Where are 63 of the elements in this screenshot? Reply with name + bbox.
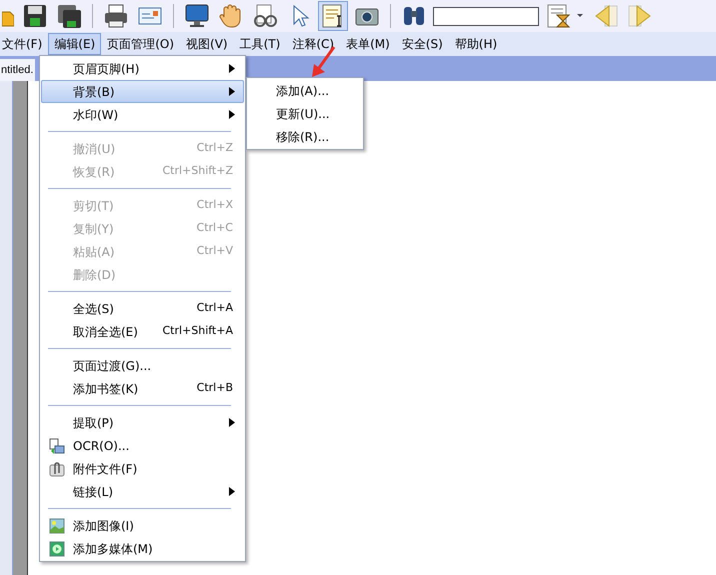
menu-item[interactable]: 添加多媒体(M)	[41, 537, 244, 560]
menu-item[interactable]: 取消全选(E) Ctrl+Shift+A	[41, 320, 244, 343]
menu-item[interactable]: 页眉页脚(H)	[41, 57, 244, 80]
shortcut-label: Ctrl+C	[196, 220, 233, 236]
shortcut-label: Ctrl+V	[196, 243, 233, 260]
menu-bar-item[interactable]: 表单(M)	[340, 33, 396, 55]
menu-item-label: 剪切(T)	[73, 198, 114, 214]
menu-item[interactable]: 全选(S) Ctrl+A	[41, 297, 244, 320]
menu-bar-item[interactable]: 注释(C)	[286, 33, 340, 55]
submenu-item[interactable]: 移除(R)...	[247, 125, 363, 148]
menu-item[interactable]: 添加书签(K) Ctrl+B	[41, 377, 244, 400]
menu-item-label: 全选(S)	[73, 300, 114, 318]
menu-item-label: OCR(O)...	[73, 438, 130, 454]
menu-item-label: 页眉页脚(H)	[73, 60, 140, 78]
menu-bar-item[interactable]: 工具(T)	[234, 33, 286, 55]
menu-item-label: 粘贴(A)	[73, 244, 115, 260]
shortcut-label: Ctrl+Shift+A	[162, 323, 233, 340]
menu-item-label: 复制(Y)	[73, 220, 114, 238]
shortcut-label: Ctrl+Z	[196, 140, 233, 156]
menu-item-label: 页面过渡(G)...	[73, 358, 152, 374]
submenu-item[interactable]: 更新(U)...	[247, 102, 363, 125]
menu-bar-item[interactable]: 视图(V)	[180, 33, 234, 55]
media-icon	[49, 540, 65, 556]
menu-item-label: 水印(W)	[73, 106, 118, 124]
menu-item-label: 附件文件(F)	[73, 460, 138, 478]
menu-bar-item[interactable]: 帮助(H)	[448, 33, 504, 55]
floppy-disks-icon[interactable]	[56, 3, 82, 29]
menu-item[interactable]: 提取(P)	[41, 411, 244, 434]
shortcut-label: Ctrl+X	[196, 197, 233, 214]
menu-item[interactable]: OCR(O)...	[41, 434, 244, 457]
menu-item[interactable]: 背景(B)	[41, 80, 244, 103]
paperclip-icon	[49, 460, 65, 476]
menu-bar-item[interactable]: 文件(F)	[0, 33, 48, 55]
shortcut-label: Ctrl+A	[196, 300, 233, 316]
menu-item-label: 删除(D)	[73, 266, 116, 284]
ocr-icon	[49, 438, 65, 454]
shortcut-label: Ctrl+Shift+Z	[162, 163, 233, 180]
menu-item-label: 背景(B)	[73, 84, 115, 100]
document-tab[interactable]: ntitled.	[0, 59, 36, 81]
menu-item-label: 添加多媒体(M)	[73, 540, 153, 558]
printer-icon[interactable]	[103, 3, 129, 29]
menu-bar-item[interactable]: 安全(S)	[396, 33, 449, 55]
menu-item-label: 取消全选(E)	[73, 324, 138, 340]
menu-bar-item[interactable]: 页面管理(O)	[101, 33, 180, 55]
submenu-item[interactable]: 添加(A)...	[247, 79, 363, 102]
menu-item[interactable]: 附件文件(F)	[41, 457, 244, 480]
menu-item-label: 提取(P)	[73, 414, 114, 432]
menu-item[interactable]: 链接(L)	[41, 480, 244, 503]
menu-item-label: 添加图像(I)	[73, 518, 134, 534]
menu-bar-item[interactable]: 编辑(E)	[48, 33, 102, 55]
menu-item[interactable]: 水印(W)	[41, 103, 244, 126]
shortcut-label: Ctrl+B	[196, 380, 233, 396]
menu-item-label: 链接(L)	[73, 484, 114, 500]
monitor-icon[interactable]	[184, 3, 210, 29]
search-field[interactable]	[433, 6, 539, 26]
menu-item-label: 添加书签(K)	[73, 380, 138, 398]
menu-item[interactable]: 页面过渡(G)...	[41, 354, 244, 377]
menu-item-label: 撤消(U)	[73, 140, 116, 158]
hourglass-document-icon[interactable]	[545, 3, 585, 29]
menu-item[interactable]: 添加图像(I)	[41, 514, 244, 537]
glasses-icon[interactable]	[252, 3, 278, 29]
menu-item-label: 恢复(R)	[73, 164, 115, 180]
image-icon	[49, 518, 65, 534]
